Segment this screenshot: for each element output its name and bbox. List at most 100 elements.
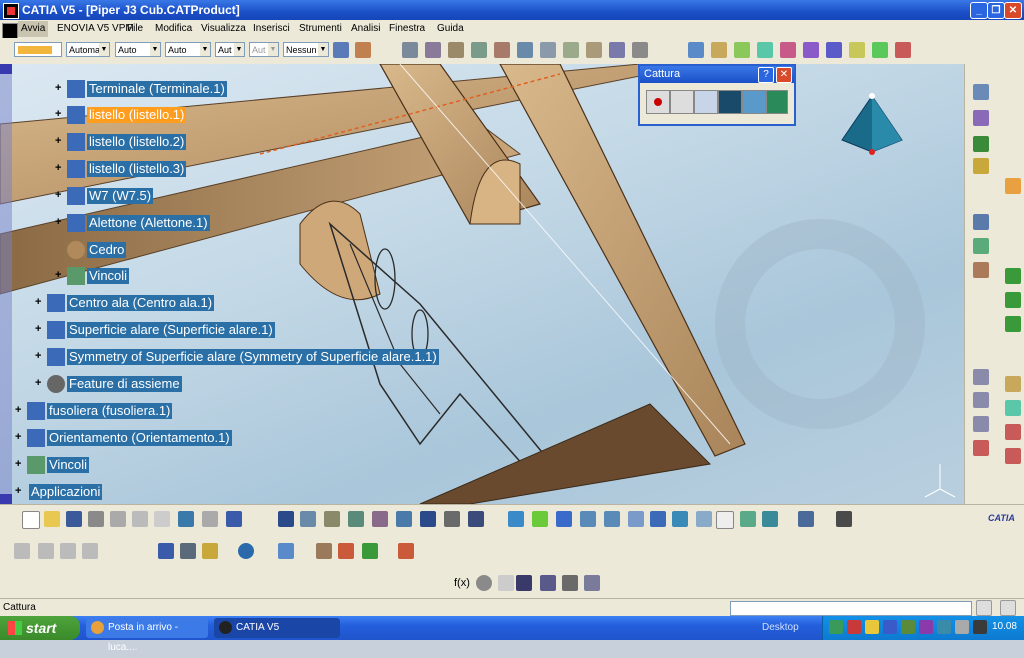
save-icon[interactable] [66,511,82,527]
tray-icon-4[interactable] [883,620,897,634]
help-button[interactable]: ? [758,67,774,83]
assembly-icon-6[interactable] [517,42,533,58]
open-icon[interactable] [44,511,60,527]
network-icon[interactable] [973,620,987,634]
tool-icon-13[interactable] [1005,424,1021,440]
snap-icon-1[interactable] [14,543,30,559]
print-icon[interactable] [88,511,104,527]
view-icon-17[interactable] [798,511,814,527]
catalog-icon[interactable] [278,543,294,559]
anchor-icon[interactable] [757,42,773,58]
manipulate-icon-2[interactable] [338,543,354,559]
fly-mode-icon[interactable] [278,511,294,527]
constraint-icon-10[interactable] [895,42,911,58]
view-icon-7[interactable] [420,511,436,527]
color-picker[interactable] [14,42,62,57]
assembly-icon-2[interactable] [425,42,441,58]
knowledge-icon[interactable] [540,575,556,591]
linetype-dropdown[interactable]: Auto ▼ [115,42,161,57]
constraint-icon-1[interactable] [688,42,704,58]
status-icon-1[interactable] [976,600,992,616]
menu-modifica[interactable]: Modifica [155,23,192,34]
menu-visualizza[interactable]: Visualizza [201,23,246,34]
compass-icon[interactable] [832,90,912,170]
manipulate-icon-1[interactable] [316,543,332,559]
fit-all-icon[interactable] [508,511,524,527]
linewidth-dropdown[interactable]: Auto ▼ [165,42,211,57]
view-icon-3[interactable] [324,511,340,527]
menu-enovia[interactable]: ENOVIA V5 VPM [57,23,134,34]
clash-detection-icon[interactable] [238,543,254,559]
assembly-icon-9[interactable] [586,42,602,58]
tray-icon-2[interactable] [847,620,861,634]
layer-dropdown[interactable]: Nessun ▼ [283,42,329,57]
hide-show-icon[interactable] [716,511,734,529]
table-icon[interactable] [516,575,532,591]
document-icon[interactable] [2,23,18,39]
manipulate-icon-3[interactable] [362,543,378,559]
constraint-icon-8[interactable] [849,42,865,58]
view-icon-4[interactable] [348,511,364,527]
swap-space-icon[interactable] [740,511,756,527]
camera-capture-icon[interactable] [836,511,852,527]
view-icon-2[interactable] [300,511,316,527]
painter-icon[interactable] [333,42,349,58]
tray-icon-6[interactable] [919,620,933,634]
workbench-icon-3[interactable] [973,136,989,152]
workbench-icon-4[interactable] [973,158,989,174]
transparency-dropdown[interactable]: Automa ▼ [66,42,110,57]
view-icon-5[interactable] [372,511,388,527]
shading-icon[interactable] [696,511,712,527]
start-button[interactable]: start [0,616,80,640]
cursor-icon[interactable] [1005,178,1021,194]
image-album-icon[interactable] [742,90,766,114]
menu-guida[interactable]: Guida [437,23,464,34]
assembly-icon-5[interactable] [494,42,510,58]
redo-icon[interactable] [202,511,218,527]
clash-icon[interactable] [180,543,196,559]
zoom-out-icon[interactable] [604,511,620,527]
workbench-icon-1[interactable] [973,84,989,100]
snap-icon-4[interactable] [82,543,98,559]
tool-icon-12[interactable] [1005,400,1021,416]
record-icon[interactable] [646,90,670,114]
assembly-icon-7[interactable] [540,42,556,58]
tray-icon-1[interactable] [829,620,843,634]
tool-icon-7[interactable] [973,369,989,385]
camera-icon[interactable] [718,90,742,114]
assembly-icon-8[interactable] [563,42,579,58]
menu-strumenti[interactable]: Strumenti [299,23,342,34]
tool-icon-11[interactable] [1005,376,1021,392]
new-icon[interactable] [22,511,40,529]
minimize-button[interactable]: _ [970,2,988,19]
menu-avvia[interactable]: Avvia [18,21,49,37]
task-mail[interactable]: Posta in arrivo - luca.... [86,618,208,653]
properties-icon[interactable] [355,42,371,58]
constraint-icon-6[interactable] [803,42,819,58]
constraint-icon-7[interactable] [826,42,842,58]
menu-inserisci[interactable]: Inserisci [253,23,290,34]
assembly-icon-11[interactable] [632,42,648,58]
parameter-icon[interactable] [584,575,600,591]
rule-icon[interactable] [498,575,514,591]
point-dropdown[interactable]: Aut ▼ [215,42,245,57]
close-button[interactable]: ✕ [1004,2,1022,19]
paste-icon[interactable] [154,511,170,527]
tool-icon-10[interactable] [973,440,989,456]
tool-icon-2[interactable] [973,238,989,254]
select-mode-icon[interactable] [670,90,694,114]
tool-icon-6[interactable] [1005,316,1021,332]
tool-icon-8[interactable] [973,392,989,408]
capture-options-icon[interactable] [694,90,718,114]
maximize-button[interactable]: ❐ [987,2,1005,19]
constraint-icon-2[interactable] [711,42,727,58]
undo-icon[interactable] [178,511,194,527]
whats-this-icon[interactable] [226,511,242,527]
cattura-close-button[interactable]: ✕ [776,67,792,83]
formula-icon[interactable]: f(x) [454,577,470,589]
snap-icon-3[interactable] [60,543,76,559]
constraint-icon-5[interactable] [780,42,796,58]
view-icon-8[interactable] [444,511,460,527]
tray-icon-3[interactable] [865,620,879,634]
volume-icon[interactable] [955,620,969,634]
